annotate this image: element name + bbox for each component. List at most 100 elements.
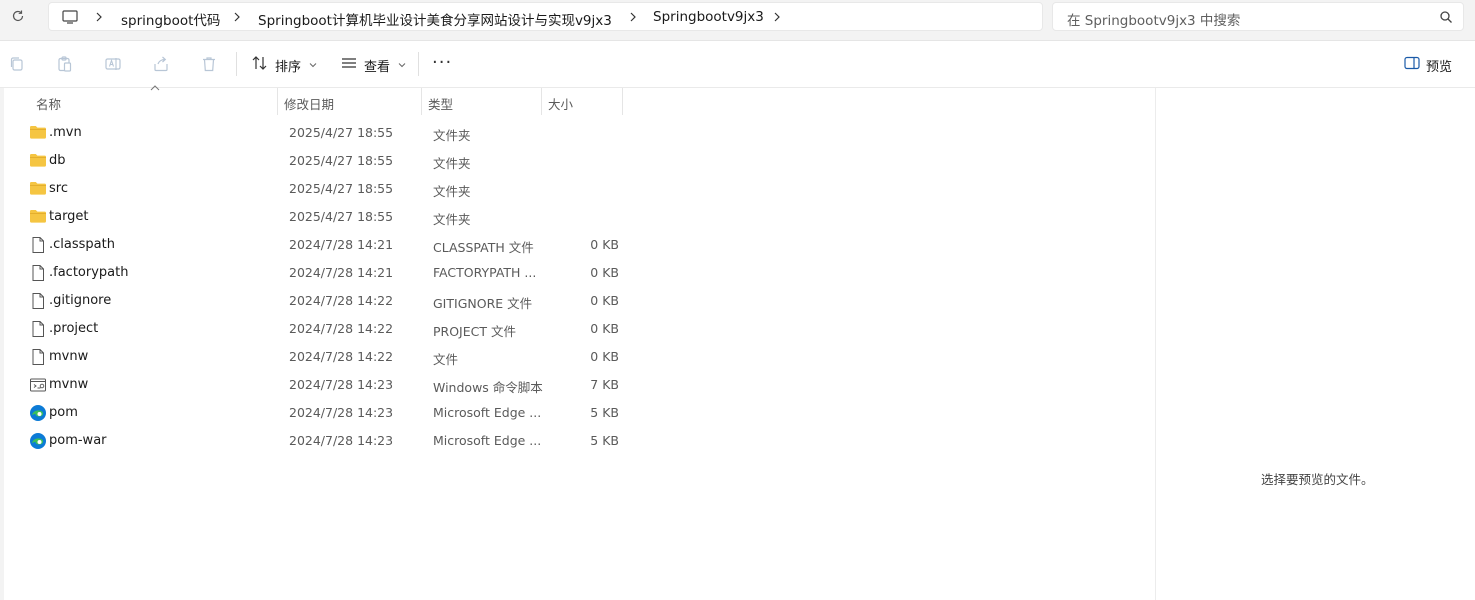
file-name: .factorypath [49,265,129,280]
rename-icon[interactable] [104,55,122,73]
file-name: mvnw [49,349,89,364]
file-name: src [49,181,68,196]
column-header-size[interactable]: 大小 [542,88,623,115]
preview-pane: 选择要预览的文件。 [1155,88,1475,600]
file-size: 7 KB [590,377,619,392]
toolbar-divider [418,52,419,76]
command-bar: 排序 查看 ··· 预览 [0,42,1475,88]
file-modified-date: 2024/7/28 14:21 [289,265,394,280]
file-row[interactable]: mvnw 2024/7/28 14:22 文件 0 KB [22,343,632,371]
file-row[interactable]: .mvn 2025/4/27 18:55 文件夹 [22,119,632,147]
more-options-button[interactable]: ··· [432,52,452,73]
view-label: 查看 [364,59,391,75]
file-size: 0 KB [590,321,619,336]
sort-button[interactable]: 排序 [251,54,317,76]
file-row[interactable]: pom 2024/7/28 14:23 Microsoft Edge ... 5 KB [22,399,632,427]
file-modified-date: 2025/4/27 18:55 [289,153,394,168]
file-type: 文件夹 [433,184,471,199]
column-header-size-label: 大小 [548,97,574,112]
refresh-icon[interactable] [8,6,28,26]
file-row[interactable]: .project 2024/7/28 14:22 PROJECT 文件 0 KB [22,315,632,343]
file-row[interactable]: src 2025/4/27 18:55 文件夹 [22,175,632,203]
column-header-name[interactable]: 名称 [30,88,278,115]
file-name: .project [49,321,99,336]
view-list-icon [340,55,358,75]
file-row[interactable]: mvnw 2024/7/28 14:23 Windows 命令脚本 7 KB [22,371,632,399]
delete-icon[interactable] [200,55,218,73]
file-icon [29,320,47,338]
file-type: FACTORYPATH ... [433,265,537,280]
chevron-down-icon [309,61,317,70]
file-row[interactable]: .classpath 2024/7/28 14:21 CLASSPATH 文件 0 K… [22,231,632,259]
column-header-name-label: 名称 [36,97,62,112]
file-modified-date: 2024/7/28 14:23 [289,433,394,448]
computer-icon[interactable] [61,9,79,25]
sort-label: 排序 [275,59,302,75]
file-name: pom-war [49,433,107,448]
file-modified-date: 2025/4/27 18:55 [289,181,394,196]
folder-icon [29,152,47,170]
breadcrumb-chevron-icon[interactable] [233,11,243,23]
preview-pane-button[interactable]: 预览 [1404,54,1452,76]
share-icon[interactable] [152,55,170,73]
file-size: 5 KB [590,433,619,448]
edge-icon [29,404,47,422]
file-modified-date: 2024/7/28 14:22 [289,293,394,308]
breadcrumb-item[interactable]: Springboot计算机毕业设计美食分享网站设计与实现v9jx3 [258,9,612,29]
search-input[interactable]: 在 Springbootv9jx3 中搜索 [1052,2,1464,31]
file-icon [29,348,47,366]
chevron-down-icon [398,61,406,70]
file-name: mvnw [49,377,89,392]
file-row[interactable]: .factorypath 2024/7/28 14:21 FACTORYPATH .… [22,259,632,287]
preview-empty-message: 选择要预览的文件。 [1261,472,1374,487]
folder-icon [29,180,47,198]
file-modified-date: 2024/7/28 14:23 [289,405,394,420]
column-header-date[interactable]: 修改日期 [278,88,422,115]
file-modified-date: 2024/7/28 14:23 [289,377,394,392]
file-list: 名称 修改日期 类型 大小 .mvn 2025/4/27 18:55 文件夹 db 20… [0,85,1155,600]
file-name: .mvn [49,125,82,140]
file-type: 文件夹 [433,128,471,143]
file-row[interactable]: .gitignore 2024/7/28 14:22 GITIGNORE 文件 0 K… [22,287,632,315]
file-size: 5 KB [590,405,619,420]
preview-label: 预览 [1426,59,1453,75]
file-name: target [49,209,89,224]
copy-icon[interactable] [8,55,26,73]
file-modified-date: 2025/4/27 18:55 [289,125,394,140]
file-modified-date: 2024/7/28 14:22 [289,321,394,336]
breadcrumb-chevron-icon[interactable] [629,11,639,23]
folder-icon [29,124,47,142]
address-bar-row: springboot代码 Springboot计算机毕业设计美食分享网站设计与实… [0,0,1475,41]
file-icon [29,236,47,254]
file-icon [29,292,47,310]
view-button[interactable]: 查看 [340,54,406,76]
file-modified-date: 2025/4/27 18:55 [289,209,394,224]
file-type: 文件 [433,352,459,367]
file-modified-date: 2024/7/28 14:22 [289,349,394,364]
file-name: .gitignore [49,293,112,308]
file-modified-date: 2024/7/28 14:21 [289,237,394,252]
breadcrumb-chevron-icon[interactable] [95,11,105,23]
paste-icon[interactable] [56,55,74,73]
file-type: Microsoft Edge ... [433,405,542,420]
column-header-type-label: 类型 [428,97,454,112]
folder-icon [29,208,47,226]
address-box[interactable]: springboot代码 Springboot计算机毕业设计美食分享网站设计与实… [48,2,1043,31]
file-row[interactable]: db 2025/4/27 18:55 文件夹 [22,147,632,175]
breadcrumb-item[interactable]: springboot代码 [121,9,220,29]
search-icon[interactable] [1439,10,1453,24]
file-type: GITIGNORE 文件 [433,296,533,311]
file-row[interactable]: target 2025/4/27 18:55 文件夹 [22,203,632,231]
column-header-date-label: 修改日期 [284,97,335,112]
toolbar-divider [236,52,237,76]
file-size: 0 KB [590,293,619,308]
file-name: pom [49,405,78,420]
file-row[interactable]: pom-war 2024/7/28 14:23 Microsoft Edge ...… [22,427,632,455]
column-header-type[interactable]: 类型 [422,88,542,115]
breadcrumb-item[interactable]: Springbootv9jx3 [653,9,764,25]
file-type: Microsoft Edge ... [433,433,542,448]
file-type: Windows 命令脚本 [433,380,543,395]
edge-icon [29,432,47,450]
file-type: CLASSPATH 文件 [433,240,534,255]
breadcrumb-chevron-icon[interactable] [773,11,783,23]
